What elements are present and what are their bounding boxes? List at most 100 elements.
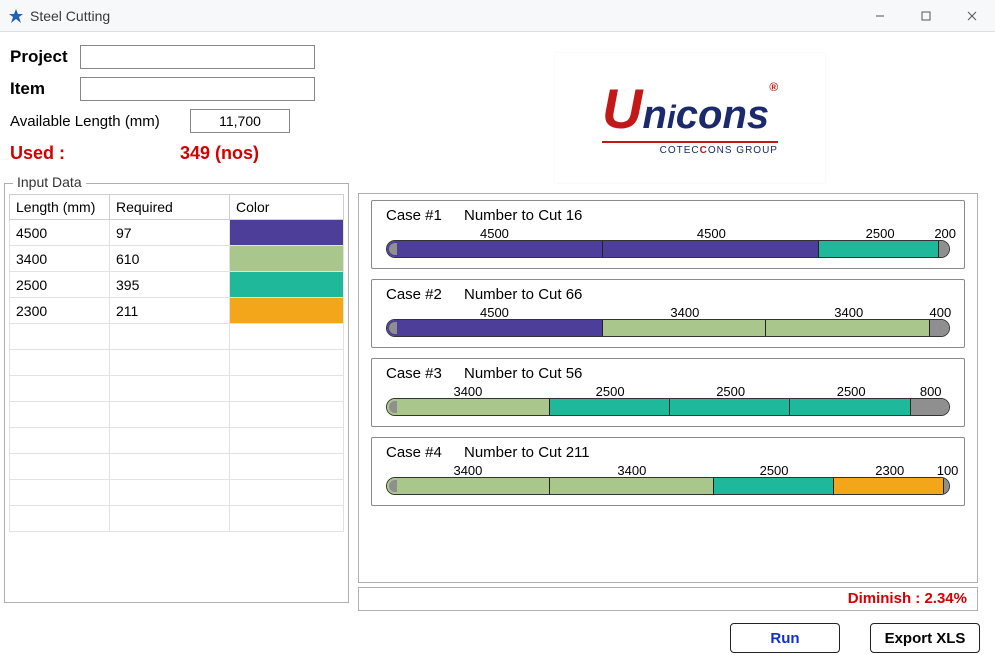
table-row[interactable]: 3400610 [10,246,344,272]
cut-bar [386,240,950,258]
segment [766,320,929,336]
project-label: Project [10,47,80,67]
table-row[interactable] [10,376,344,402]
cell-color[interactable] [230,298,344,324]
cell-length[interactable]: 4500 [10,220,110,246]
case-name: Case #2 [386,286,464,303]
project-input[interactable] [80,45,315,69]
segment [387,320,603,336]
segment [944,478,949,494]
col-required: Required [110,195,230,220]
segment-labels: 450034003400400 [386,305,950,319]
cell-length[interactable]: 2500 [10,272,110,298]
segment-label: 2500 [866,226,895,241]
cut-bar [386,477,950,495]
titlebar: Steel Cutting [0,0,995,32]
export-xls-button[interactable]: Export XLS [870,623,980,653]
segment-label: 4500 [480,305,509,320]
segment [834,478,944,494]
case-name: Case #3 [386,365,464,382]
segment-label: 2500 [837,384,866,399]
case-name: Case #4 [386,444,464,461]
cell-required[interactable]: 211 [110,298,230,324]
cell-length[interactable]: 2300 [10,298,110,324]
segment-label: 200 [934,226,956,241]
col-length: Length (mm) [10,195,110,220]
cell-length[interactable]: 3400 [10,246,110,272]
cell-color[interactable] [230,246,344,272]
col-color: Color [230,195,344,220]
segment [603,320,766,336]
segment [550,478,713,494]
diminish-value: 2.34% [924,590,967,607]
item-label: Item [10,79,80,99]
case-cut-label: Number to Cut 66 [464,286,582,303]
logo: Unicons® COTECCONS GROUP [555,53,825,183]
segment-label: 4500 [697,226,726,241]
case-cut-label: Number to Cut 16 [464,207,582,224]
window-title: Steel Cutting [30,8,110,24]
table-row[interactable] [10,506,344,532]
input-data-table[interactable]: Length (mm) Required Color 4500973400610… [9,194,344,532]
cell-color[interactable] [230,272,344,298]
table-row[interactable]: 450097 [10,220,344,246]
case-cut-label: Number to Cut 211 [464,444,590,461]
close-button[interactable] [949,0,995,32]
segment [670,399,790,415]
case-cut-label: Number to Cut 56 [464,365,582,382]
segment-labels: 450045002500200 [386,226,950,240]
segment [939,241,949,257]
segment [387,478,550,494]
cell-required[interactable]: 97 [110,220,230,246]
maximize-button[interactable] [903,0,949,32]
segment-label: 100 [937,463,959,478]
segment-label: 4500 [480,226,509,241]
input-data-legend: Input Data [13,174,86,190]
segment-label: 3400 [453,463,482,478]
cases-panel: Case #1Number to Cut 16 4500 4500 2500 200 Ca… [358,193,978,583]
cut-bar [386,398,950,416]
table-row[interactable] [10,480,344,506]
table-row[interactable] [10,324,344,350]
case: Case #3Number to Cut 56 3400 2500 2500 2500 8… [371,358,965,427]
table-row[interactable]: 2500395 [10,272,344,298]
segment [819,241,939,257]
segment [714,478,834,494]
used-value: 349 (nos) [180,143,259,164]
minimize-button[interactable] [857,0,903,32]
case: Case #2Number to Cut 66450034003400400 [371,279,965,348]
cell-required[interactable]: 395 [110,272,230,298]
table-row[interactable]: 2300211 [10,298,344,324]
segment [550,399,670,415]
diminish-label: Diminish : [848,590,921,607]
segment-labels: 3400 2500 2500 2500 800 [386,384,950,398]
table-row[interactable] [10,402,344,428]
segment [387,241,603,257]
table-row[interactable] [10,428,344,454]
segment-labels: 3400340025002300100 [386,463,950,477]
segment [911,399,949,415]
segment-label: 3400 [670,305,699,320]
segment-label: 2500 [596,384,625,399]
diminish-bar: Diminish : 2.34% [358,587,978,611]
segment [387,399,550,415]
segment [603,241,819,257]
cell-color[interactable] [230,220,344,246]
case: Case #4Number to Cut 211 3400340025002300… [371,437,965,506]
available-length-label: Available Length (mm) [10,113,190,130]
top-form: Project Item Available Length (mm) Used … [10,41,330,169]
cell-required[interactable]: 610 [110,246,230,272]
table-row[interactable] [10,350,344,376]
available-length-input[interactable] [190,109,290,133]
item-input[interactable] [80,77,315,101]
client-area: Project Item Available Length (mm) Used … [0,32,995,655]
segment-label: 800 [920,384,942,399]
segment-label: 3400 [834,305,863,320]
table-row[interactable] [10,454,344,480]
segment-label: 2500 [716,384,745,399]
used-label: Used : [10,143,180,164]
run-button[interactable]: Run [730,623,840,653]
segment-label: 3400 [453,384,482,399]
case-name: Case #1 [386,207,464,224]
segment [930,320,949,336]
